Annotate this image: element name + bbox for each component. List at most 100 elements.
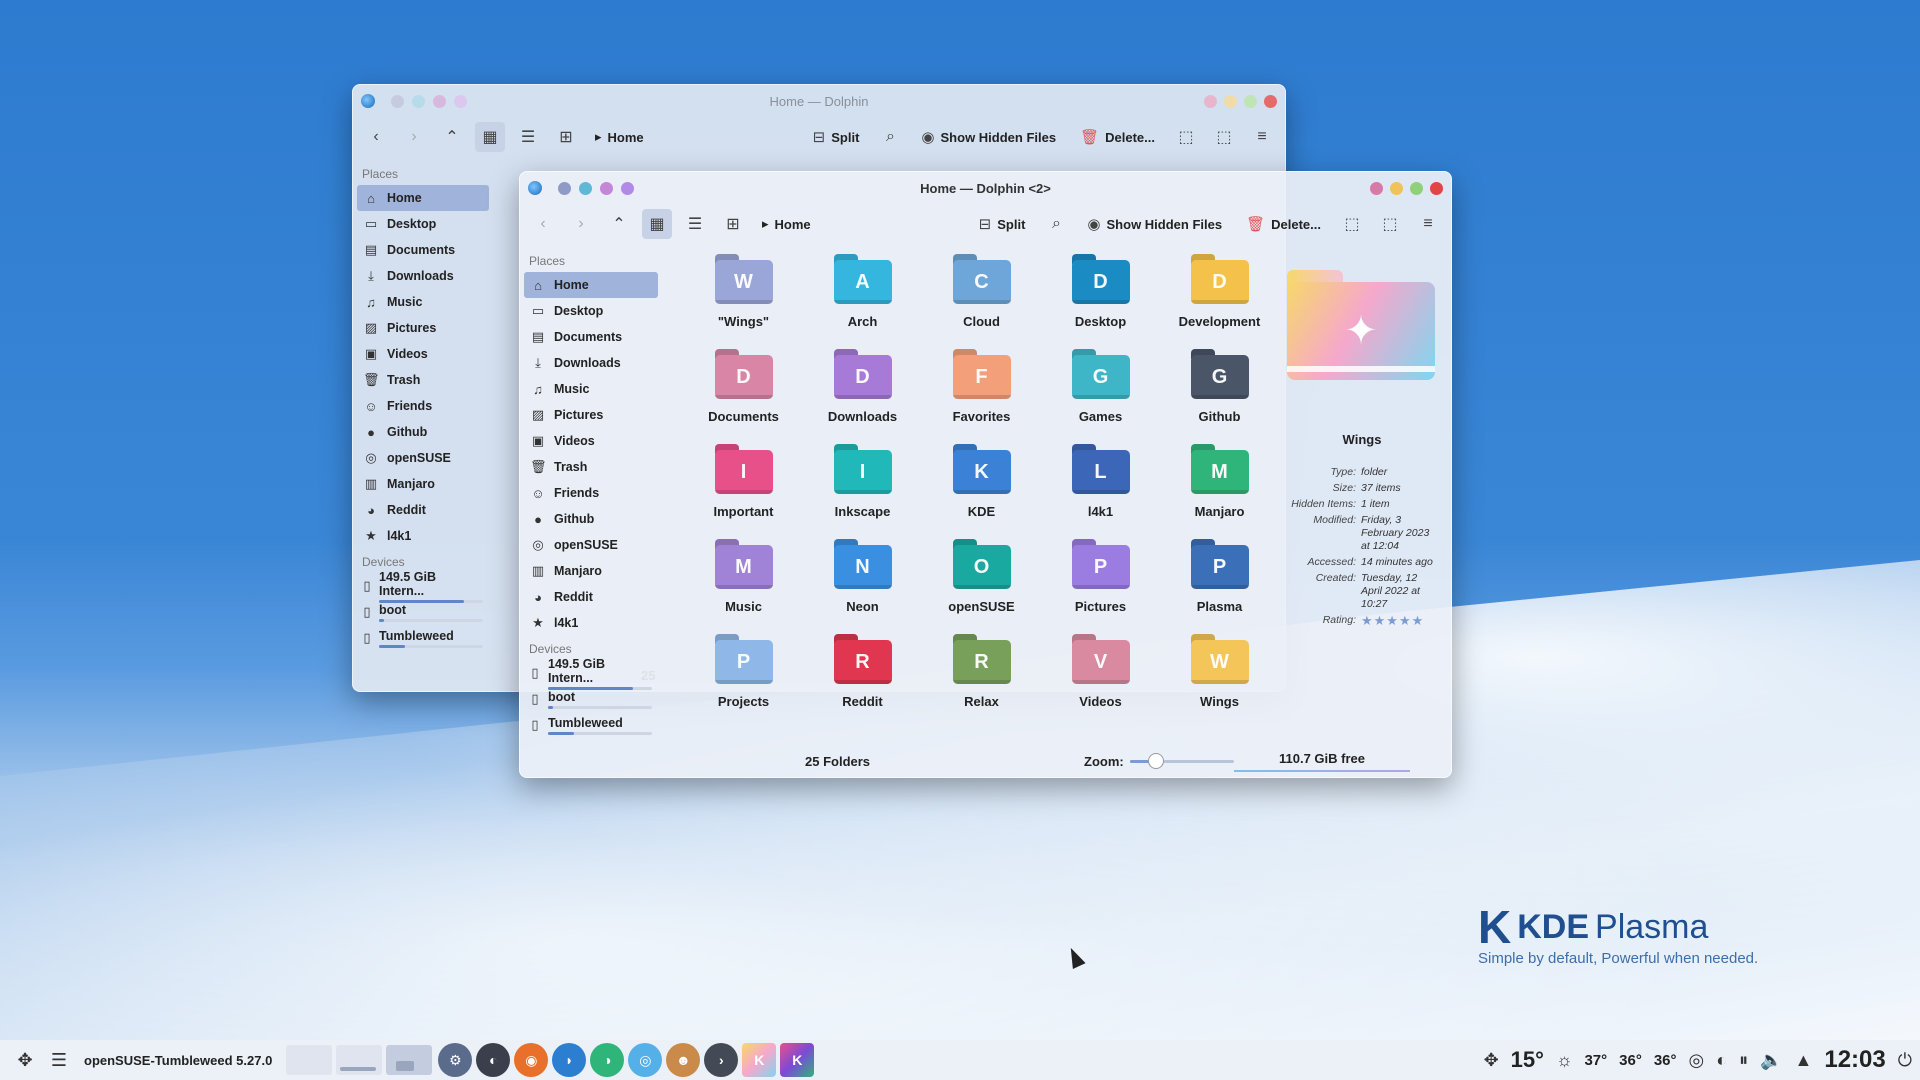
sidebar-item-videos[interactable]: ▣ Videos — [524, 428, 658, 454]
folder-item[interactable]: W Wings — [1160, 630, 1279, 725]
forward-icon[interactable]: › — [566, 209, 596, 239]
gimp-app-icon[interactable]: ☻ — [666, 1043, 701, 1077]
folder-item[interactable]: A Arch — [803, 250, 922, 345]
sidebar-item-manjaro[interactable]: ▥ Manjaro — [524, 558, 658, 584]
split-button[interactable]: ⊟ Split — [971, 215, 1034, 233]
sidebar-item-trash[interactable]: 🗑 Trash — [357, 367, 489, 393]
sidebar-item-opensuse[interactable]: ◎ openSUSE — [524, 532, 658, 558]
folder-item[interactable]: F Favorites — [922, 345, 1041, 440]
gpu-temp[interactable]: 36° — [1619, 1052, 1642, 1069]
minimize-button[interactable] — [1224, 94, 1237, 108]
app-launcher-icon[interactable]: ✥ — [8, 1043, 42, 1077]
folder-item[interactable]: N Neon — [803, 535, 922, 630]
minimize-button[interactable] — [1390, 181, 1403, 195]
folder-item[interactable]: D Downloads — [803, 345, 922, 440]
help-button[interactable] — [1204, 94, 1217, 108]
menu-dot[interactable] — [391, 94, 404, 108]
free-space[interactable]: 110.7 GiB free — [1234, 751, 1410, 772]
icons-view-icon[interactable]: ▦ — [642, 209, 672, 239]
back-icon[interactable]: ‹ — [528, 209, 558, 239]
weather-icon[interactable]: ☼ — [1556, 1050, 1573, 1071]
tray-expand-icon[interactable]: ▲ — [1795, 1050, 1813, 1071]
folder-item[interactable]: I Important — [684, 440, 803, 535]
select-icon[interactable]: ⬚ — [1337, 209, 1367, 239]
sidebar-item-documents[interactable]: ▤ Documents — [524, 324, 658, 350]
search-icon[interactable]: ⌕ — [875, 122, 905, 152]
back-icon[interactable]: ‹ — [361, 122, 391, 152]
firefox-app-icon[interactable]: ◉ — [514, 1043, 549, 1077]
sidebar-item-friends[interactable]: ☺ Friends — [357, 393, 489, 419]
sidebar-item-l4k1[interactable]: ★ l4k1 — [357, 523, 489, 549]
desktop-2[interactable] — [336, 1045, 383, 1075]
dolphin-window-front[interactable]: Home — Dolphin <2> ‹ › ⌃ ▦ ☰ ⊞ ▸ Home ⊟ Sp… — [519, 171, 1452, 778]
zoom-slider-handle[interactable] — [1147, 752, 1164, 769]
sidebar-item-documents[interactable]: ▤ Documents — [357, 237, 489, 263]
folder-item[interactable]: M Manjaro — [1160, 440, 1279, 535]
terminal-app-icon[interactable]: › — [704, 1043, 739, 1077]
show-hidden-button[interactable]: ◉ Show Hidden Files — [1079, 215, 1230, 233]
sidebar-item-pictures[interactable]: ▨ Pictures — [357, 315, 489, 341]
shade-dot[interactable] — [433, 94, 446, 108]
sidebar-device-0[interactable]: ▯ 149.5 GiB Intern... — [524, 657, 658, 690]
compact-view-icon[interactable]: ☰ — [680, 209, 710, 239]
sidebar-item-github[interactable]: ● Github — [524, 506, 658, 532]
folder-item[interactable]: D Documents — [684, 345, 803, 440]
kvantum-manager-app-icon[interactable]: K — [780, 1043, 815, 1077]
file-view[interactable]: W "Wings" A Arch C Cloud D Desktop D Development D… — [662, 244, 1451, 777]
sidebar-item-desktop[interactable]: ▭ Desktop — [524, 298, 658, 324]
active-task-title[interactable]: openSUSE-Tumbleweed 5.27.0 — [84, 1053, 272, 1068]
rating-stars[interactable]: ★★★★★ — [1361, 614, 1439, 627]
search-icon[interactable]: ⌕ — [1041, 209, 1071, 239]
sidebar-item-opensuse[interactable]: ◎ openSUSE — [357, 445, 489, 471]
sidebar-item-trash[interactable]: 🗑 Trash — [524, 454, 658, 480]
sidebar-device-0[interactable]: ▯ 149.5 GiB Intern... — [357, 570, 489, 603]
dolphin-app-icon[interactable] — [528, 181, 542, 195]
show-hidden-button[interactable]: ◉ Show Hidden Files — [913, 128, 1064, 146]
cpu-temp[interactable]: 37° — [1584, 1052, 1607, 1069]
folder-item[interactable]: G Github — [1160, 345, 1279, 440]
folder-item[interactable]: R Relax — [922, 630, 1041, 725]
forward-icon[interactable]: › — [399, 122, 429, 152]
zoom-slider[interactable] — [1129, 752, 1234, 769]
help-button[interactable] — [1370, 181, 1383, 195]
folder-item[interactable]: P Plasma — [1160, 535, 1279, 630]
sidebar-device-1[interactable]: ▯ boot — [524, 686, 658, 712]
power-icon[interactable]: ⏻ — [1898, 1050, 1912, 1071]
kvantum-app-icon[interactable]: K — [742, 1043, 777, 1077]
invert-select-icon[interactable]: ⬚ — [1209, 122, 1239, 152]
pin-dot[interactable] — [579, 181, 592, 195]
hamburger-menu-icon[interactable]: ≡ — [1247, 122, 1277, 152]
breadcrumb[interactable]: ▸ Home — [595, 129, 644, 145]
titlebar[interactable]: Home — Dolphin — [353, 85, 1285, 117]
spotify-app-icon[interactable]: ◑ — [590, 1043, 625, 1077]
settings-app-icon[interactable]: ⚙ — [438, 1043, 473, 1077]
sidebar-item-home[interactable]: ⌂ Home — [524, 272, 658, 298]
desktop-1[interactable] — [286, 1045, 333, 1075]
folder-item[interactable]: W "Wings" — [684, 250, 803, 345]
disk-temp[interactable]: 36° — [1654, 1052, 1677, 1069]
hamburger-menu-icon[interactable]: ≡ — [1413, 209, 1443, 239]
disc-icon[interactable]: ◎ — [1689, 1050, 1705, 1071]
up-icon[interactable]: ⌃ — [437, 122, 467, 152]
folder-item[interactable]: I Inkscape — [803, 440, 922, 535]
compact-view-icon[interactable]: ☰ — [513, 122, 543, 152]
maximize-button[interactable] — [1410, 181, 1423, 195]
details-view-icon[interactable]: ⊞ — [551, 122, 581, 152]
shade-dot[interactable] — [600, 181, 613, 195]
clock[interactable]: 12:03 — [1824, 1046, 1885, 1074]
folder-item[interactable]: D Desktop — [1041, 250, 1160, 345]
folder-item[interactable]: P Pictures — [1041, 535, 1160, 630]
delete-button[interactable]: 🗑 Delete... — [1072, 128, 1163, 146]
sidebar-item-manjaro[interactable]: ▥ Manjaro — [357, 471, 489, 497]
folder-item[interactable]: K KDE — [922, 440, 1041, 535]
sidebar-device-2[interactable]: ▯ Tumbleweed — [357, 625, 489, 651]
sidebar-item-music[interactable]: ♫ Music — [357, 289, 489, 315]
folder-item[interactable]: D Development — [1160, 250, 1279, 345]
icons-view-icon[interactable]: ▦ — [475, 122, 505, 152]
wings-tray-icon[interactable]: ✥ — [1484, 1050, 1499, 1071]
dolphin-app-icon[interactable] — [361, 94, 375, 108]
pin-dot[interactable] — [412, 94, 425, 108]
sidebar-item-downloads[interactable]: ⤓ Downloads — [357, 263, 489, 289]
sidebar-item-l4k1[interactable]: ★ l4k1 — [524, 610, 658, 636]
titlebar[interactable]: Home — Dolphin <2> — [520, 172, 1451, 204]
